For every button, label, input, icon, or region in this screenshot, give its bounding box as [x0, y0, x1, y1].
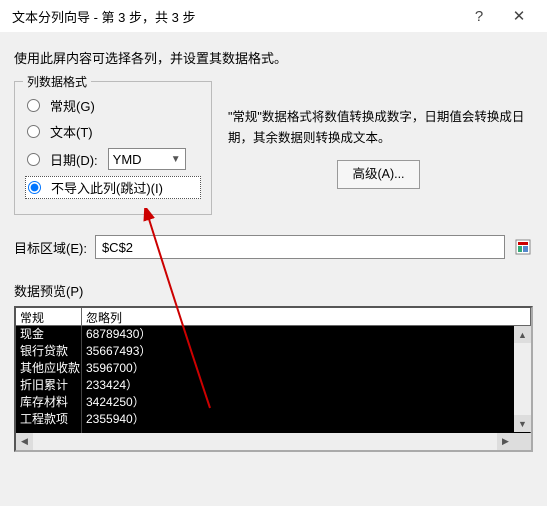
scroll-down-icon[interactable]: ▼: [514, 415, 531, 432]
scroll-left-icon[interactable]: ◀: [16, 433, 33, 450]
preview-cell: 折旧累计: [20, 377, 77, 394]
preview-header-col2[interactable]: 忽略列: [82, 308, 531, 325]
group-legend: 列数据格式: [23, 73, 91, 90]
dialog-content: 使用此屏内容可选择各列，并设置其数据格式。 列数据格式 常规(G) 文本(T) …: [0, 32, 547, 460]
preview-col1: 现金 银行贷款 其他应收款 折旧累计 库存材料 工程款项: [16, 326, 82, 450]
date-format-select[interactable]: YMD ▼: [108, 148, 186, 170]
target-range-value: $C$2: [102, 240, 133, 255]
preview-cell: 现金: [20, 326, 77, 343]
titlebar: 文本分列向导 - 第 3 步，共 3 步 ? ✕: [0, 0, 547, 32]
radio-date-input[interactable]: [27, 153, 40, 166]
scroll-track[interactable]: [514, 343, 531, 415]
target-label: 目标区域(E):: [14, 238, 87, 257]
window-title: 文本分列向导 - 第 3 步，共 3 步: [12, 7, 459, 26]
radio-text-input[interactable]: [27, 125, 40, 138]
radio-general-input[interactable]: [27, 99, 40, 112]
date-format-value: YMD: [113, 152, 142, 167]
preview-cell: 工程款项: [20, 411, 77, 428]
instruction-text: 使用此屏内容可选择各列，并设置其数据格式。: [14, 48, 533, 67]
preview-cell: 35667493）: [86, 343, 526, 360]
radio-skip[interactable]: 不导入此列(跳过)(I): [25, 176, 201, 199]
preview-cell: 2355940）: [86, 411, 526, 428]
preview-cell: 3424250）: [86, 394, 526, 411]
scroll-right-icon[interactable]: ▶: [497, 433, 514, 450]
preview-cell: 68789430）: [86, 326, 526, 343]
chevron-down-icon: ▼: [171, 154, 181, 165]
format-info-panel: "常规"数据格式将数值转换成数字，日期值会转换成日期，其余数据则转换成文本。 高…: [224, 81, 533, 215]
radio-skip-label: 不导入此列(跳过)(I): [51, 178, 163, 197]
preview-cell: 银行贷款: [20, 343, 77, 360]
preview-cell: 233424）: [86, 377, 526, 394]
radio-general[interactable]: 常规(G): [25, 95, 201, 116]
data-preview: 常规 忽略列 现金 银行贷款 其他应收款 折旧累计 库存材料 工程款项 6878…: [14, 306, 533, 452]
format-info-text: "常规"数据格式将数值转换成数字，日期值会转换成日期，其余数据则转换成文本。: [228, 107, 529, 150]
radio-date-label: 日期(D):: [50, 150, 98, 169]
range-picker-icon: [515, 239, 531, 255]
scroll-up-icon[interactable]: ▲: [514, 326, 531, 343]
target-range-input[interactable]: $C$2: [95, 235, 505, 259]
preview-cell: 其他应收款: [20, 360, 77, 377]
range-picker-button[interactable]: [513, 237, 533, 257]
radio-text[interactable]: 文本(T): [25, 121, 201, 142]
close-button[interactable]: ✕: [499, 2, 539, 30]
radio-general-label: 常规(G): [50, 96, 95, 115]
scroll-corner: [514, 433, 531, 450]
preview-cell: 3596700）: [86, 360, 526, 377]
column-format-group: 列数据格式 常规(G) 文本(T) 日期(D): YMD ▼ 不导入此列(跳过)…: [14, 81, 212, 215]
preview-label: 数据预览(P): [14, 281, 533, 300]
radio-text-label: 文本(T): [50, 122, 93, 141]
preview-cell: 库存材料: [20, 394, 77, 411]
preview-header-row: 常规 忽略列: [16, 308, 531, 326]
help-button[interactable]: ?: [459, 2, 499, 30]
horizontal-scrollbar[interactable]: ◀ ▶: [16, 433, 514, 450]
scroll-track[interactable]: [33, 433, 497, 450]
advanced-button[interactable]: 高级(A)...: [337, 160, 419, 189]
preview-col2: 68789430） 35667493） 3596700） 233424） 342…: [82, 326, 531, 450]
preview-header-col1[interactable]: 常规: [16, 308, 82, 325]
vertical-scrollbar[interactable]: ▲ ▼: [514, 326, 531, 432]
preview-body: 现金 银行贷款 其他应收款 折旧累计 库存材料 工程款项 68789430） 3…: [16, 326, 531, 450]
radio-skip-input[interactable]: [28, 181, 41, 194]
radio-date[interactable]: 日期(D): YMD ▼: [25, 147, 201, 171]
